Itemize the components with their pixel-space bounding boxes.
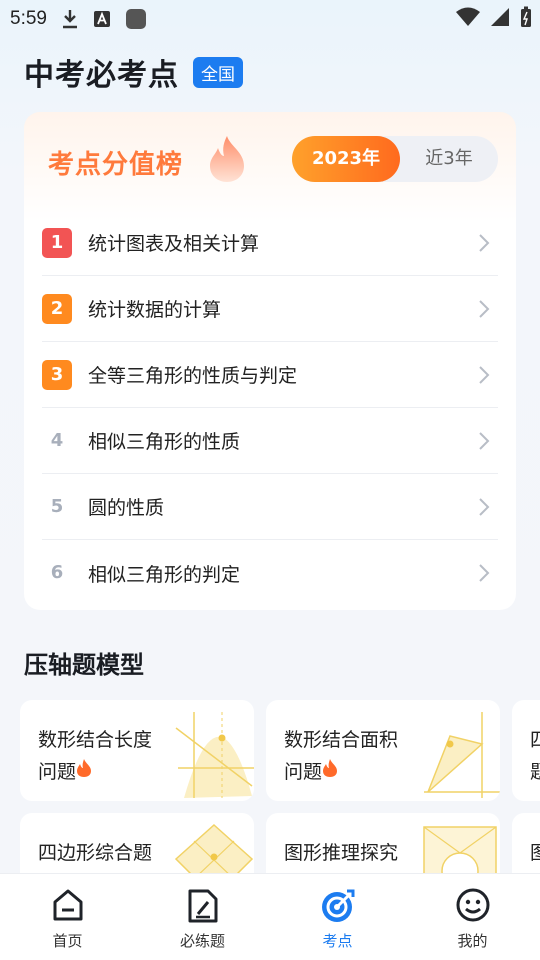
ranking-list: 1 统计图表及相关计算 2 统计数据的计算 3 全等三角形的性质与判定 4 相似… <box>42 210 498 606</box>
rank-number: 3 <box>42 359 72 390</box>
rank-label: 统计图表及相关计算 <box>88 233 260 255</box>
ranking-item[interactable]: 4 相似三角形的性质 <box>42 408 498 474</box>
tab-label: 必练题 <box>179 932 225 950</box>
chevron-right-icon <box>478 233 490 257</box>
model-card[interactable]: 图 <box>512 813 540 874</box>
tab-label: 首页 <box>52 932 83 950</box>
model-card[interactable]: 数形结合面积 问题 <box>266 700 500 801</box>
chevron-right-icon <box>478 299 490 323</box>
rank-label: 统计数据的计算 <box>88 299 222 321</box>
tab-practice[interactable]: 必练题 <box>135 874 270 960</box>
score-ranking-card: 考点分值榜 2023年 近3年 1 统计图表及相关计算 2 统计数据的计算 3 … <box>24 112 516 610</box>
rank-label: 圆的性质 <box>88 497 165 519</box>
model-card-title: 四边形综合题 <box>38 842 153 864</box>
model-card-subtitle: 问题 <box>38 761 77 783</box>
model-card[interactable]: 四边形综合题 <box>20 813 254 874</box>
ranking-item[interactable]: 5 圆的性质 <box>42 474 498 540</box>
model-card-text: 四边形综合题 <box>38 837 178 869</box>
model-card-text: 数形结合长度 问题 <box>38 724 178 788</box>
model-card[interactable]: 图形推理探究 <box>266 813 500 874</box>
rank-label: 相似三角形的判定 <box>88 563 241 586</box>
model-card-text: 数形结合面积 问题 <box>284 724 424 788</box>
model-card-text: 图形推理探究 <box>284 837 424 869</box>
model-card-title: 图 <box>530 842 540 864</box>
target-icon <box>320 888 356 928</box>
models-section-title: 压轴题模型 <box>24 651 144 679</box>
chevron-right-icon <box>478 431 490 455</box>
rank-number: 4 <box>50 429 64 451</box>
model-card-title: 数形结合面积 <box>284 729 399 751</box>
font-icon <box>93 10 111 28</box>
status-time: 5:59 <box>10 8 47 29</box>
model-card-title: 数形结合长度 <box>38 729 153 751</box>
model-card-text: 图 <box>530 837 540 869</box>
tab-home[interactable]: 首页 <box>0 874 135 960</box>
ranking-item[interactable]: 1 统计图表及相关计算 <box>42 210 498 276</box>
model-card-text: 四 题 <box>530 724 540 788</box>
page-title: 中考必考点 <box>24 58 179 93</box>
tab-label: 我的 <box>457 932 488 950</box>
rank-label: 相似三角形的性质 <box>88 431 241 453</box>
ranking-item[interactable]: 2 统计数据的计算 <box>42 276 498 342</box>
signal-icon <box>490 7 510 32</box>
ranking-item[interactable]: 3 全等三角形的性质与判定 <box>42 342 498 408</box>
model-card[interactable]: 数形结合长度 问题 <box>20 700 254 801</box>
graph-diagram-icon <box>420 708 500 801</box>
wifi-icon <box>456 7 480 32</box>
quadrilateral-diagram-icon <box>174 821 254 874</box>
app-icon <box>125 8 147 30</box>
fire-icon <box>322 759 338 783</box>
tab-kaodian[interactable]: 考点 <box>270 874 405 960</box>
rank-number: 2 <box>42 293 72 324</box>
model-card-title: 四 <box>530 729 540 751</box>
model-card[interactable]: 四 题 <box>512 700 540 801</box>
practice-icon <box>187 888 219 928</box>
year-option-3years[interactable]: 近3年 <box>400 136 498 182</box>
battery-icon <box>520 6 532 33</box>
model-cards-grid: 数形结合长度 问题 数形结合面积 问题 四 题 四边形综合题 图形推理探究 图 <box>20 700 540 874</box>
status-bar: 5:59 <box>0 0 540 38</box>
rank-label: 全等三角形的性质与判定 <box>88 365 298 387</box>
ranking-title: 考点分值榜 <box>48 150 184 180</box>
tab-label: 考点 <box>322 932 353 950</box>
smile-icon <box>456 888 490 926</box>
page-header: 中考必考点 全国 <box>24 50 243 94</box>
model-card-subtitle: 题 <box>530 761 540 783</box>
rank-number: 6 <box>50 562 64 583</box>
year-option-2023[interactable]: 2023年 <box>292 136 400 182</box>
bottom-tab-bar: 首页 必练题 考点 我的 <box>0 873 540 960</box>
chevron-right-icon <box>478 563 490 587</box>
fire-icon <box>76 759 92 783</box>
rank-number: 1 <box>42 227 72 258</box>
tab-mine[interactable]: 我的 <box>405 874 540 960</box>
circle-diagram-icon <box>420 821 500 874</box>
year-toggle[interactable]: 2023年 近3年 <box>292 136 498 182</box>
ranking-item[interactable]: 6 相似三角形的判定 <box>42 540 498 606</box>
graph-diagram-icon <box>174 708 254 801</box>
rank-number: 5 <box>50 495 64 517</box>
chevron-right-icon <box>478 497 490 521</box>
home-icon <box>51 888 85 926</box>
region-selector[interactable]: 全国 <box>193 56 243 88</box>
flame-icon <box>204 134 250 188</box>
model-card-subtitle: 问题 <box>284 761 323 783</box>
chevron-right-icon <box>478 365 490 389</box>
download-icon <box>61 9 79 29</box>
model-card-title: 图形推理探究 <box>284 842 399 864</box>
